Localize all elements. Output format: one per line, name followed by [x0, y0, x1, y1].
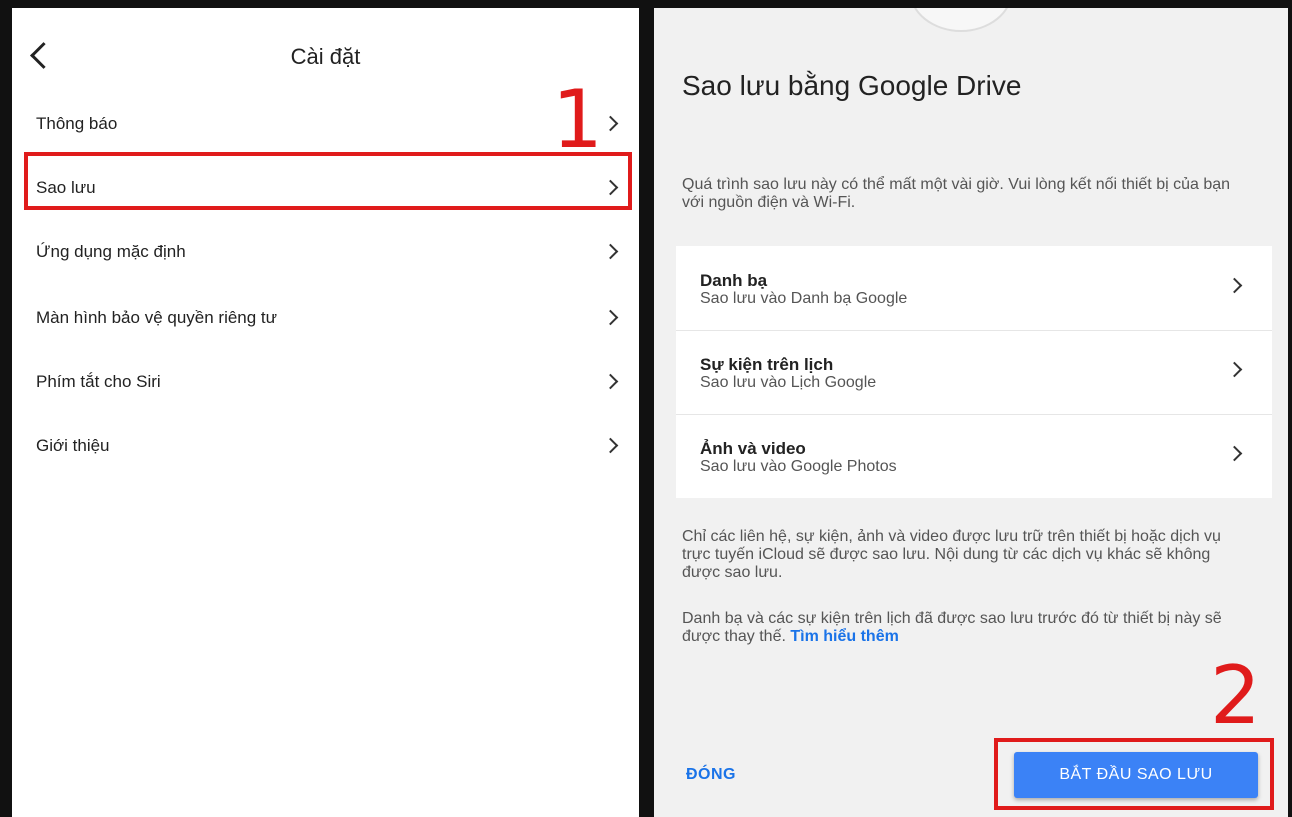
google-drive-backup-panel: Sao lưu bằng Google Drive Quá trình sao … — [654, 8, 1288, 817]
close-button[interactable]: ĐÓNG — [686, 766, 736, 784]
backup-item-photos[interactable]: Ảnh và video Sao lưu vào Google Photos — [676, 414, 1272, 498]
menu-item-label: Phím tắt cho Siri — [36, 372, 161, 391]
chevron-right-icon — [602, 243, 619, 260]
chevron-right-icon — [1226, 445, 1243, 462]
item-subtitle: Sao lưu vào Danh bạ Google — [700, 290, 908, 307]
chevron-right-icon — [602, 437, 619, 454]
backup-item-contacts[interactable]: Danh bạ Sao lưu vào Danh bạ Google — [676, 246, 1272, 331]
chevron-right-icon — [602, 373, 619, 390]
highlight-box-start-backup — [994, 738, 1274, 810]
menu-item-notifications[interactable]: Thông báo — [36, 104, 619, 144]
learn-more-link[interactable]: Tìm hiểu thêm — [790, 628, 898, 645]
item-title: Ảnh và video — [700, 439, 806, 458]
chevron-right-icon — [602, 309, 619, 326]
note-text-1: Chỉ các liên hệ, sự kiện, ảnh và video đ… — [682, 528, 1221, 581]
settings-panel: Cài đặt Thông báo Sao lưu Ứng dụng mặc đ… — [12, 8, 639, 817]
menu-item-label: Giới thiệu — [36, 436, 110, 455]
step-number-1: 1 — [552, 73, 603, 166]
menu-item-label: Ứng dụng mặc định — [36, 242, 186, 261]
chevron-right-icon — [1226, 361, 1243, 378]
menu-item-about[interactable]: Giới thiệu — [36, 426, 619, 466]
backup-item-calendar[interactable]: Sự kiện trên lịch Sao lưu vào Lịch Googl… — [676, 330, 1272, 415]
item-subtitle: Sao lưu vào Google Photos — [700, 458, 897, 475]
item-subtitle: Sao lưu vào Lịch Google — [700, 374, 877, 391]
menu-item-siri-shortcuts[interactable]: Phím tắt cho Siri — [36, 362, 619, 402]
intro-text: Quá trình sao lưu này có thể mất một vài… — [682, 176, 1231, 211]
menu-item-default-apps[interactable]: Ứng dụng mặc định — [36, 232, 619, 272]
profile-circle-decoration — [909, 8, 1013, 32]
note-text-2-body: Danh bạ và các sự kiện trên lịch đã được… — [682, 610, 1222, 645]
backup-items-card: Danh bạ Sao lưu vào Danh bạ Google Sự ki… — [676, 246, 1272, 498]
chevron-right-icon — [1226, 277, 1243, 294]
menu-item-label: Màn hình bảo vệ quyền riêng tư — [36, 308, 278, 327]
dialog-title: Sao lưu bằng Google Drive — [682, 70, 1022, 101]
note-text-2: Danh bạ và các sự kiện trên lịch đã được… — [682, 610, 1252, 646]
item-title: Sự kiện trên lịch — [700, 355, 834, 374]
menu-item-privacy-screen[interactable]: Màn hình bảo vệ quyền riêng tư — [36, 298, 619, 338]
page-title: Cài đặt — [290, 44, 361, 69]
highlight-box-backup — [24, 152, 632, 210]
chevron-right-icon — [602, 115, 619, 132]
menu-item-label: Thông báo — [36, 114, 118, 133]
item-title: Danh bạ — [700, 271, 768, 290]
step-number-2: 2 — [1210, 649, 1261, 742]
